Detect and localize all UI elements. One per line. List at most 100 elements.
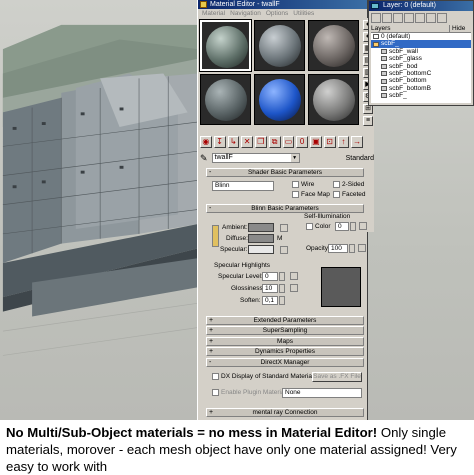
menu-navigation[interactable]: Navigation <box>230 9 261 19</box>
delete-layer-icon[interactable] <box>382 13 392 23</box>
rollout-mental-ray[interactable]: + mental ray Connection <box>206 408 364 417</box>
rollout-extended[interactable]: + Extended Parameters <box>206 316 364 325</box>
hide-column-header[interactable]: Hide <box>449 25 471 32</box>
ambient-map-button[interactable] <box>280 224 288 232</box>
object-row[interactable]: scbF_glass <box>371 55 471 62</box>
put-to-library-button[interactable]: ▭ <box>282 136 295 148</box>
rollout-blinn-basic[interactable]: - Blinn Basic Parameters <box>206 204 364 213</box>
go-forward-sibling-button[interactable]: → <box>351 136 363 148</box>
put-to-scene-button[interactable]: ↧ <box>213 136 226 148</box>
layer-titlebar[interactable]: Layer: 0 (default) <box>369 1 473 11</box>
soften-field[interactable]: 0,1 <box>262 296 278 305</box>
object-row[interactable]: scbF_bottomB <box>371 85 471 92</box>
assign-to-selection-button[interactable]: ↳ <box>227 136 240 148</box>
specular-level-spinner[interactable] <box>279 272 285 281</box>
menu-options[interactable]: Options <box>266 9 288 19</box>
material-sphere <box>205 79 247 121</box>
chevron-down-icon[interactable]: ▼ <box>290 154 299 162</box>
material-type-button[interactable]: Standard <box>346 155 374 162</box>
opacity-spinner[interactable] <box>349 244 355 253</box>
select-objects-icon[interactable] <box>404 13 414 23</box>
layer-row[interactable]: 0 (default) <box>371 33 471 40</box>
wire-checkbox[interactable] <box>292 181 299 188</box>
go-to-parent-button[interactable]: ↑ <box>337 136 350 148</box>
layers-column-header[interactable]: Layers <box>371 25 449 32</box>
material-sphere <box>206 26 248 68</box>
sample-slot[interactable] <box>254 20 305 71</box>
sample-slot[interactable] <box>200 74 251 125</box>
plugin-material-dropdown[interactable]: None <box>282 388 362 398</box>
self-illumination-label: Self-Illumination <box>304 213 351 220</box>
self-illum-spinner[interactable] <box>350 222 356 231</box>
self-illum-value-field[interactable]: 0 <box>335 222 349 231</box>
opacity-map-button[interactable] <box>358 244 366 252</box>
sample-slots <box>199 19 360 126</box>
specular-level-map-button[interactable] <box>290 272 298 280</box>
self-illum-map-button[interactable] <box>359 222 367 230</box>
diffuse-label: Diffuse: <box>226 235 248 242</box>
pick-material-icon[interactable]: ✎ <box>200 153 208 164</box>
create-layer-icon[interactable] <box>371 13 381 23</box>
menu-utilities[interactable]: Utilities <box>293 9 314 19</box>
faceted-checkbox[interactable] <box>333 191 340 198</box>
menu-material[interactable]: Material <box>202 9 225 19</box>
glossiness-label: Glossiness: <box>231 285 265 292</box>
collapse-icon: - <box>209 359 212 366</box>
hide-all-icon[interactable] <box>426 13 436 23</box>
make-unique-button[interactable]: ⧉ <box>268 136 281 148</box>
rollout-directx[interactable]: - DirectX Manager <box>206 358 364 367</box>
specular-label: Specular: <box>220 246 248 253</box>
layer-row-selected[interactable]: scbF_ <box>371 40 471 48</box>
reset-map-button[interactable]: ✕ <box>241 136 253 148</box>
rollout-shader-basic[interactable]: - Shader Basic Parameters <box>206 168 364 177</box>
rollout-supersampling[interactable]: + SuperSampling <box>206 326 364 335</box>
diffuse-map-button[interactable]: M <box>277 235 282 242</box>
sample-slot[interactable] <box>308 74 359 125</box>
material-name-field[interactable]: twallF ▼ <box>211 153 300 163</box>
sample-slot[interactable] <box>254 74 305 125</box>
object-row[interactable]: scbF_bod <box>371 63 471 70</box>
show-end-result-button[interactable]: ⊡ <box>323 136 336 148</box>
highlight-layer-icon[interactable] <box>415 13 425 23</box>
rollout-dynamics[interactable]: + Dynamics Properties <box>206 347 364 356</box>
freeze-all-icon[interactable] <box>437 13 447 23</box>
object-row[interactable]: scbF_bottom <box>371 77 471 84</box>
expand-icon: + <box>209 348 214 355</box>
dx-display-checkbox[interactable] <box>212 373 219 380</box>
self-illum-color-checkbox[interactable] <box>306 223 313 230</box>
sample-slot[interactable] <box>199 19 252 72</box>
glossiness-spinner[interactable] <box>279 284 285 293</box>
show-map-button[interactable]: ▣ <box>310 136 322 148</box>
two-sided-checkbox[interactable] <box>333 181 340 188</box>
material-navigator-button[interactable]: ≡ <box>363 116 373 126</box>
shader-type-dropdown[interactable]: Blinn <box>212 181 274 191</box>
enable-plugin-checkbox[interactable] <box>212 389 219 396</box>
opacity-field[interactable]: 100 <box>328 244 348 253</box>
object-icon <box>381 78 387 84</box>
material-effects-channel-button[interactable]: 0 <box>296 136 308 148</box>
add-to-layer-icon[interactable] <box>393 13 403 23</box>
specular-map-button[interactable] <box>280 246 288 254</box>
two-sided-label: 2-Sided <box>342 181 365 188</box>
ambient-color-swatch[interactable] <box>248 223 274 232</box>
make-copy-button[interactable]: ❐ <box>255 136 267 148</box>
object-row[interactable]: scbF_ <box>371 92 471 99</box>
object-icon <box>381 93 387 99</box>
rollout-maps[interactable]: + Maps <box>206 337 364 346</box>
object-row[interactable]: scbF_wall <box>371 48 471 55</box>
glossiness-field[interactable]: 10 <box>262 284 278 293</box>
specular-color-swatch[interactable] <box>248 245 274 254</box>
soften-spinner[interactable] <box>279 296 285 305</box>
glossiness-map-button[interactable] <box>290 284 298 292</box>
get-material-button[interactable]: ◉ <box>200 136 212 148</box>
face-map-checkbox[interactable] <box>292 191 299 198</box>
sample-slot[interactable] <box>308 20 359 71</box>
lock-ambient-diffuse-icon[interactable] <box>212 225 219 247</box>
diffuse-color-swatch[interactable] <box>248 234 274 243</box>
spaceship-model <box>2 24 208 356</box>
material-editor-titlebar[interactable]: Material Editor - twallF <box>198 0 367 9</box>
specular-level-field[interactable]: 0 <box>262 272 278 281</box>
object-row[interactable]: scbF_bottomC <box>371 70 471 77</box>
save-fx-button[interactable]: Save as .FX File <box>312 372 362 382</box>
expand-icon: + <box>209 317 214 324</box>
